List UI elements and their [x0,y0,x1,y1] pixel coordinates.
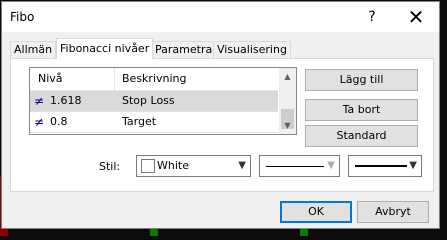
list-item[interactable]: ≠ 1.618 Stop Loss [30,91,278,111]
window-title: Fibo [10,10,35,24]
row-divider [30,132,278,133]
line-style-select[interactable]: ▼ [259,155,340,177]
column-header-description[interactable]: Beskrivning [122,68,187,90]
level-value: 0.8 [50,115,68,128]
line-width-select[interactable]: ▼ [348,155,422,177]
scroll-up-icon[interactable]: ▲ [279,68,296,85]
list-item[interactable]: ≠ 0.8 Target [30,112,278,132]
chevron-down-icon: ▼ [238,160,246,171]
fibo-dialog: Fibo ? ✕ Allmän Fibonacci nivåer Paramet… [1,1,440,229]
level-icon: ≠ [34,94,45,108]
list-header: Nivå Beskrivning [30,68,278,91]
style-label: Stil: [99,160,121,173]
level-icon: ≠ [34,115,45,129]
ok-button[interactable]: OK [280,201,352,223]
column-header-level[interactable]: Nivå [38,68,63,90]
add-level-button[interactable]: Lägg till [305,69,418,91]
tab-parameters[interactable]: Parametrar [151,41,221,58]
level-description: Stop Loss [122,94,175,107]
tab-fibonacci-levels[interactable]: Fibonacci nivåer [56,38,154,59]
list-scrollbar[interactable]: ▲ ▼ [279,68,296,134]
color-swatch [141,159,155,173]
tab-general[interactable]: Allmän [10,41,57,58]
column-separator[interactable] [114,68,115,90]
level-value: 1.618 [50,94,82,107]
level-description: Target [122,115,157,128]
remove-level-button[interactable]: Ta bort [305,99,418,121]
color-value: White [157,159,189,172]
tab-visualization[interactable]: Visualisering [213,41,291,58]
scroll-down-icon[interactable]: ▼ [279,117,296,134]
line-style-preview [266,166,324,167]
chevron-down-icon: ▼ [409,160,417,171]
close-button[interactable]: ✕ [399,5,433,29]
line-width-preview [355,165,407,167]
title-bar: Fibo ? ✕ [2,2,439,32]
default-levels-button[interactable]: Standard [305,125,418,147]
help-button[interactable]: ? [359,6,385,28]
chevron-down-icon: ▼ [327,160,335,171]
fibonacci-levels-panel: Nivå Beskrivning ≠ 1.618 Stop Loss ≠ 0.8… [10,58,434,192]
levels-list[interactable]: Nivå Beskrivning ≠ 1.618 Stop Loss ≠ 0.8… [29,67,297,135]
cancel-button[interactable]: Avbryt [357,201,429,223]
color-select[interactable]: White ▼ [136,155,251,177]
